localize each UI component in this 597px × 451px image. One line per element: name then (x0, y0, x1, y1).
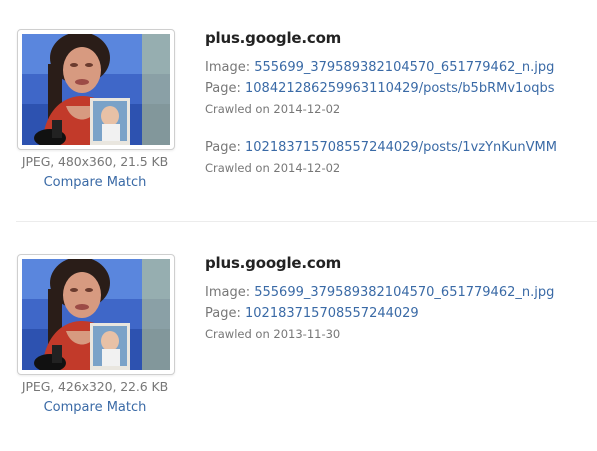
image-line: Image: 555699_379589382104570_651779462_… (205, 282, 595, 303)
result-domain: plus.google.com (205, 29, 342, 47)
search-result: JPEG, 480x360, 21.5 KB Compare Match plu… (0, 0, 597, 222)
page-label: Page: (205, 140, 241, 155)
image-label: Image: (205, 285, 251, 300)
compare-match-link[interactable]: Compare Match (0, 400, 190, 415)
page-label: Page: (205, 81, 241, 96)
result-details: plus.google.com Image: 555699_3795893821… (205, 254, 595, 344)
crawled-date: Crawled on 2014-12-02 (205, 161, 341, 175)
search-result: JPEG, 426x320, 22.6 KB Compare Match plu… (0, 225, 597, 451)
page-link[interactable]: 108421286259963110429/posts/b5bRMv1oqbs (245, 81, 555, 96)
result-thumbnail[interactable] (17, 29, 175, 150)
result-thumbnail[interactable] (17, 254, 175, 375)
crawled-date: Crawled on 2013-11-30 (205, 327, 341, 341)
compare-match-link[interactable]: Compare Match (0, 175, 190, 190)
result-details: plus.google.com Image: 555699_3795893821… (205, 29, 595, 178)
image-metadata: JPEG, 426x320, 22.6 KB (21, 379, 169, 394)
image-link[interactable]: 555699_379589382104570_651779462_n.jpg (254, 60, 554, 75)
image-label: Image: (205, 60, 251, 75)
crawled-date: Crawled on 2014-12-02 (205, 102, 341, 116)
image-metadata: JPEG, 480x360, 21.5 KB (21, 154, 169, 169)
thumbnail-photo (22, 34, 170, 145)
page-line: Page: 102183715708557244029 (205, 303, 595, 324)
page-label: Page: (205, 306, 241, 321)
thumbnail-photo (22, 259, 170, 370)
image-line: Image: 555699_379589382104570_651779462_… (205, 57, 595, 78)
result-divider (16, 221, 597, 222)
image-link[interactable]: 555699_379589382104570_651779462_n.jpg (254, 285, 554, 300)
page-line: Page: 102183715708557244029/posts/1vzYnK… (205, 137, 595, 158)
result-domain: plus.google.com (205, 254, 342, 272)
page-line: Page: 108421286259963110429/posts/b5bRMv… (205, 78, 595, 99)
page-link[interactable]: 102183715708557244029 (245, 306, 419, 321)
page-link[interactable]: 102183715708557244029/posts/1vzYnKunVMM (245, 140, 557, 155)
